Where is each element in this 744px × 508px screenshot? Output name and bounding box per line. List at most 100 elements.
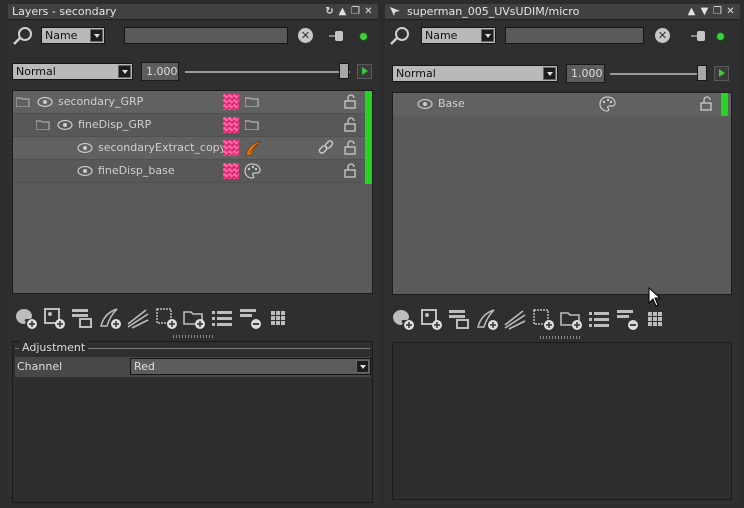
- add-paint-layer-icon[interactable]: [391, 307, 415, 331]
- layer-row[interactable]: fineDisp_GRP: [13, 114, 372, 137]
- folder-icon: [245, 120, 259, 130]
- play-button[interactable]: [714, 66, 729, 81]
- opacity-field[interactable]: 1.000: [566, 64, 605, 83]
- extract-wing-icon: [245, 140, 262, 156]
- filter-field-value: Name: [425, 29, 458, 42]
- rotate-icon[interactable]: ↻: [324, 6, 335, 17]
- opacity-field[interactable]: 1.000: [141, 62, 179, 81]
- grid-view-icon[interactable]: [643, 307, 667, 331]
- panel-titlebar[interactable]: superman_005_UVsUDIM/micro ▲ ▼ ❐ ✕: [385, 4, 740, 20]
- layer-toolbar: [12, 303, 290, 333]
- channel-value: Red: [134, 360, 155, 373]
- resize-handle[interactable]: [540, 336, 580, 339]
- merge-layers-icon[interactable]: [503, 307, 527, 331]
- paint-palette-icon: [599, 96, 616, 112]
- clear-filter-icon[interactable]: ✕: [298, 28, 313, 43]
- layer-name: fineDisp_GRP: [78, 118, 152, 131]
- opacity-slider-handle[interactable]: [339, 63, 349, 79]
- lock-icon[interactable]: [344, 94, 358, 109]
- search-icon[interactable]: [12, 26, 34, 46]
- add-adjustment-layer-icon[interactable]: [447, 307, 471, 331]
- blend-mode-select[interactable]: Normal: [392, 65, 558, 82]
- filter-input[interactable]: [124, 27, 288, 44]
- opacity-slider-handle[interactable]: [697, 65, 707, 81]
- toggle-icon[interactable]: [329, 30, 343, 42]
- blend-mode-select[interactable]: Normal: [12, 63, 133, 80]
- layer-list-icon[interactable]: [587, 307, 611, 331]
- chevron-down-icon: [118, 65, 131, 78]
- layer-list-icon[interactable]: [210, 306, 234, 330]
- link-icon[interactable]: [318, 140, 334, 155]
- add-adjustment-layer-icon[interactable]: [70, 306, 94, 330]
- mask-icon[interactable]: [223, 163, 239, 179]
- remove-layer-icon[interactable]: [238, 306, 262, 330]
- collapse-down-icon[interactable]: ▼: [699, 6, 710, 17]
- layer-row[interactable]: fineDisp_base: [13, 160, 372, 183]
- eye-icon[interactable]: [77, 165, 93, 177]
- play-button[interactable]: [357, 64, 372, 79]
- add-group-icon[interactable]: [182, 306, 206, 330]
- lock-icon[interactable]: [700, 96, 714, 111]
- adjustment-title: Adjustment: [19, 341, 89, 354]
- clear-filter-icon[interactable]: ✕: [655, 28, 670, 43]
- eye-icon[interactable]: [57, 119, 73, 131]
- grid-view-icon[interactable]: [266, 306, 290, 330]
- layer-name: fineDisp_base: [98, 164, 175, 177]
- filter-field-value: Name: [45, 29, 78, 42]
- add-mask-icon[interactable]: [154, 306, 178, 330]
- layer-list: Base: [392, 92, 732, 295]
- filter-row: Name ✕: [8, 24, 378, 48]
- folder-open-icon[interactable]: [16, 96, 30, 107]
- eye-icon[interactable]: [37, 96, 53, 108]
- collapse-up-icon[interactable]: ▲: [337, 6, 348, 17]
- collapse-up-icon[interactable]: ▲: [686, 6, 697, 17]
- layer-row[interactable]: Base: [393, 93, 731, 116]
- add-fill-layer-icon[interactable]: [42, 306, 66, 330]
- adjustment-panel: Adjustment Channel Red: [12, 341, 373, 503]
- add-paint-layer-icon[interactable]: [14, 306, 38, 330]
- channel-label: Channel: [17, 360, 63, 373]
- close-icon[interactable]: ✕: [725, 6, 736, 17]
- layer-toolbar: [389, 304, 667, 334]
- layers-panel-right: superman_005_UVsUDIM/micro ▲ ▼ ❐ ✕ Name …: [385, 4, 740, 504]
- folder-open-icon[interactable]: [36, 119, 50, 130]
- paint-palette-icon: [244, 163, 261, 179]
- pin-icon[interactable]: [389, 6, 401, 17]
- add-fill-layer-icon[interactable]: [419, 307, 443, 331]
- filter-field-select[interactable]: Name: [421, 27, 496, 44]
- lock-icon[interactable]: [344, 163, 358, 178]
- add-extract-layer-icon[interactable]: [98, 306, 122, 330]
- mask-icon[interactable]: [223, 117, 239, 133]
- restore-window-icon[interactable]: ❐: [712, 6, 723, 17]
- active-layer-indicator: [721, 93, 728, 116]
- layers-panel-left: Layers - secondary ↻ ▲ ❐ ✕ Name ✕ Normal…: [8, 4, 378, 504]
- layer-row[interactable]: secondary_GRP: [13, 91, 372, 114]
- close-icon[interactable]: ✕: [363, 6, 374, 17]
- lock-icon[interactable]: [344, 117, 358, 132]
- eye-icon[interactable]: [417, 98, 433, 110]
- filter-input[interactable]: [505, 27, 644, 44]
- remove-layer-icon[interactable]: [615, 307, 639, 331]
- opacity-slider[interactable]: [610, 73, 707, 75]
- merge-layers-icon[interactable]: [126, 306, 150, 330]
- restore-window-icon[interactable]: ❐: [350, 6, 361, 17]
- chevron-down-icon: [481, 29, 494, 42]
- toggle-icon[interactable]: [691, 30, 705, 42]
- search-icon[interactable]: [389, 26, 411, 46]
- eye-icon[interactable]: [77, 142, 93, 154]
- active-layer-indicator: [365, 91, 372, 184]
- lock-icon[interactable]: [344, 140, 358, 155]
- resize-handle[interactable]: [173, 335, 213, 338]
- mask-icon[interactable]: [223, 94, 239, 110]
- channel-select[interactable]: Red: [130, 358, 371, 375]
- add-extract-layer-icon[interactable]: [475, 307, 499, 331]
- panel-titlebar[interactable]: Layers - secondary ↻ ▲ ❐ ✕: [8, 4, 378, 20]
- layer-row[interactable]: secondaryExtract_copy: [13, 137, 372, 160]
- mask-icon[interactable]: [223, 140, 239, 156]
- add-mask-icon[interactable]: [531, 307, 555, 331]
- blend-mode-value: Normal: [396, 67, 436, 80]
- add-group-icon[interactable]: [559, 307, 583, 331]
- properties-panel: [392, 342, 732, 500]
- filter-field-select[interactable]: Name: [41, 27, 105, 44]
- opacity-slider[interactable]: [185, 71, 350, 73]
